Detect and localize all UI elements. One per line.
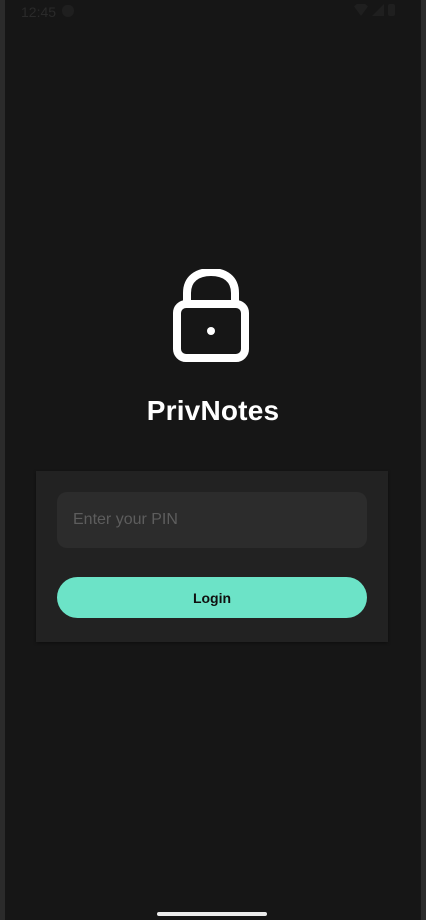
pin-input[interactable] (57, 492, 367, 548)
login-screen: 12:45 PrivNotes Login (5, 0, 421, 920)
app-title: PrivNotes (146, 395, 280, 426)
status-bar: 12:45 (5, 0, 421, 24)
lock-icon (173, 269, 249, 362)
status-icons (354, 4, 395, 16)
home-indicator[interactable] (157, 912, 267, 916)
wifi-icon (354, 4, 368, 16)
login-card: Login (36, 471, 388, 642)
login-button[interactable]: Login (57, 577, 367, 618)
battery-icon (388, 4, 395, 16)
status-time: 12:45 (21, 4, 57, 20)
signal-icon (372, 4, 384, 16)
shield-icon (62, 5, 74, 17)
